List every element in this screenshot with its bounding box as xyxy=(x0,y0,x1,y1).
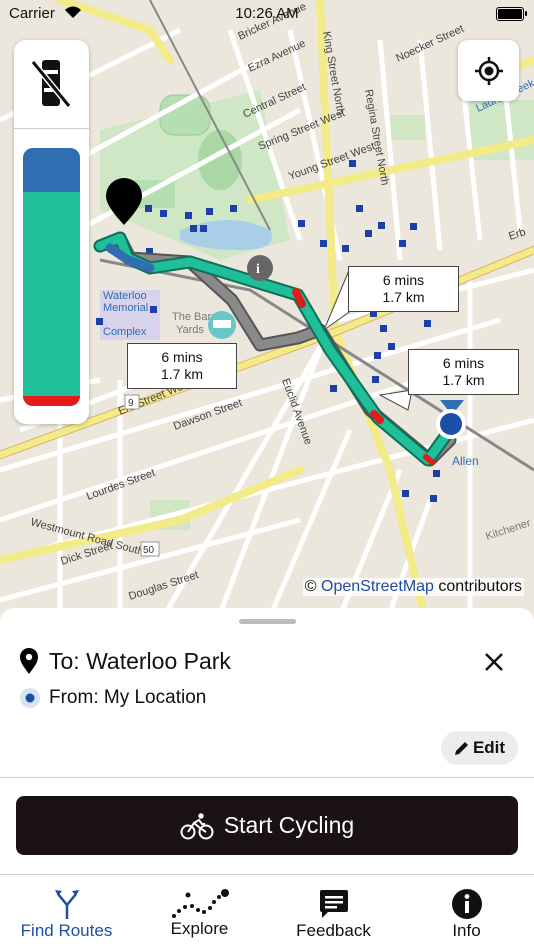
destination-label: To: Waterloo Park xyxy=(49,647,231,674)
route-elevation-bar xyxy=(23,148,80,406)
crosshair-icon xyxy=(474,56,503,85)
svg-text:9: 9 xyxy=(128,398,134,409)
origin-row: From: My Location xyxy=(18,686,206,710)
svg-text:Noecker Street: Noecker Street xyxy=(394,23,466,65)
locate-me-button[interactable] xyxy=(458,40,519,101)
tab-label: Info xyxy=(452,921,481,940)
callout-duration: 6 mins xyxy=(442,355,485,371)
svg-text:Erb: Erb xyxy=(507,226,527,243)
close-icon xyxy=(485,653,503,671)
destination-row: To: Waterloo Park xyxy=(18,646,231,676)
dotted-path-icon xyxy=(171,889,229,918)
tab-feedback[interactable]: Feedback xyxy=(267,876,400,950)
tab-bar: Find Routes Explore Feedback Info xyxy=(0,876,534,950)
svg-text:Yards: Yards xyxy=(176,324,204,336)
callout-distance: 1.7 km xyxy=(382,289,425,305)
callout-distance: 1.7 km xyxy=(160,366,203,382)
location-pin-icon xyxy=(20,648,38,674)
callout-distance: 1.7 km xyxy=(442,372,485,388)
origin-label: From: My Location xyxy=(49,687,207,708)
panel-divider xyxy=(14,128,89,129)
bike-light-off-icon[interactable] xyxy=(30,56,72,110)
tab-label: Explore xyxy=(170,919,229,938)
status-bar: Carrier 10:26 AM xyxy=(0,0,534,28)
svg-text:Allen: Allen xyxy=(452,454,479,468)
pencil-icon xyxy=(454,742,468,755)
speech-bubble-icon xyxy=(319,890,348,918)
svg-text:50: 50 xyxy=(143,545,155,556)
close-button[interactable] xyxy=(480,648,508,676)
start-cycling-button[interactable]: Start Cycling xyxy=(16,796,518,855)
svg-text:i: i xyxy=(256,262,260,277)
osm-link[interactable]: OpenStreetMap xyxy=(321,578,434,595)
svg-text:Kitchener: Kitchener xyxy=(484,517,532,543)
sheet-divider xyxy=(0,777,534,778)
route-side-panel[interactable] xyxy=(14,40,89,424)
battery-icon xyxy=(496,7,527,21)
map-attribution: © OpenStreetMap contributors xyxy=(302,578,524,596)
route-callout[interactable]: 6 mins 1.7 km xyxy=(348,266,459,312)
tab-find-routes[interactable]: Find Routes xyxy=(0,876,133,950)
route-callout[interactable]: 6 mins 1.7 km xyxy=(127,343,237,389)
status-time: 10:26 AM xyxy=(235,5,299,22)
tab-label: Feedback xyxy=(296,921,371,940)
svg-text:Memorial: Memorial xyxy=(103,302,148,314)
tab-label: Find Routes xyxy=(20,921,113,940)
edit-route-button[interactable]: Edit xyxy=(441,731,518,765)
route-callout[interactable]: 6 mins 1.7 km xyxy=(408,349,519,395)
sheet-drag-handle[interactable] xyxy=(239,619,296,624)
edit-label: Edit xyxy=(472,738,506,757)
callout-duration: 6 mins xyxy=(161,349,203,365)
start-cycling-label: Start Cycling xyxy=(223,812,355,838)
my-location-dot-icon xyxy=(20,688,40,708)
bicycle-rider-icon xyxy=(180,812,214,839)
svg-text:Spring Street West: Spring Street West xyxy=(257,107,347,153)
tab-info[interactable]: Info xyxy=(400,876,533,950)
svg-text:Douglas Street: Douglas Street xyxy=(127,569,200,603)
route-bottom-sheet[interactable]: To: Waterloo Park From: My Location Edit… xyxy=(0,608,534,950)
svg-text:Complex: Complex xyxy=(103,326,147,338)
fork-route-icon xyxy=(54,890,79,919)
svg-text:Waterloo: Waterloo xyxy=(103,290,147,302)
info-icon xyxy=(451,889,482,919)
tab-explore[interactable]: Explore xyxy=(133,876,266,950)
map-view[interactable]: Bricker Avenue Ezra Avenue Central Stree… xyxy=(0,0,534,640)
callout-duration: 6 mins xyxy=(382,272,425,288)
tabbar-divider xyxy=(0,874,534,875)
